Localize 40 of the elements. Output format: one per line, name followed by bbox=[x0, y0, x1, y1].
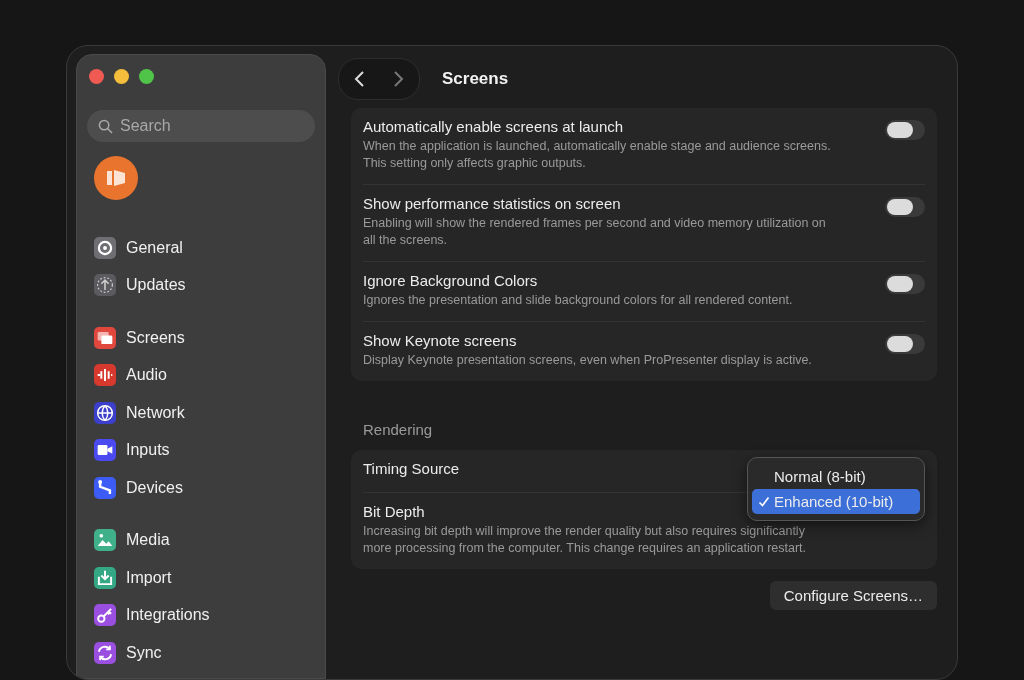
sidebar-item[interactable]: Media bbox=[126, 531, 170, 550]
sidebar-item[interactable]: Audio bbox=[126, 366, 167, 385]
sidebar-item[interactable]: Inputs bbox=[126, 441, 170, 460]
toggle-switch[interactable] bbox=[885, 197, 925, 217]
app-logo bbox=[94, 156, 138, 200]
section-heading: Rendering bbox=[363, 421, 434, 438]
toggle-switch[interactable] bbox=[885, 274, 925, 294]
menu-item[interactable]: Normal (8-bit) bbox=[752, 464, 920, 489]
setting-title: Ignore Background Colors bbox=[363, 272, 539, 289]
setting-description: Enabling will show the rendered frames per second and video memory utilization on all the screens. bbox=[363, 215, 827, 249]
configure-screens-button[interactable]: Configure Screens… bbox=[769, 581, 937, 610]
search-icon bbox=[98, 119, 113, 134]
menu-item[interactable]: Enhanced (10-bit) bbox=[752, 489, 920, 514]
setting-title: Timing Source bbox=[363, 460, 460, 477]
setting-description: Display Keynote presentation screens, even when ProPresenter display is active. bbox=[363, 352, 812, 369]
sidebar-item[interactable]: Screens bbox=[126, 328, 185, 347]
setting-description: Increasing bit depth will improve the render quality but also requires significantly more processing from the computer. This change requires an application restart. bbox=[363, 523, 808, 557]
setting-description: When the application is launched, automatically enable stage and audience screens. This setting only affects graphic outputs. bbox=[363, 138, 832, 172]
sidebar-item[interactable]: General bbox=[126, 238, 183, 257]
setting-title: Show Keynote screens bbox=[363, 332, 518, 349]
sidebar-item[interactable]: Sync bbox=[126, 643, 162, 662]
setting-title: Automatically enable screens at launch bbox=[363, 118, 625, 135]
zoom-button[interactable] bbox=[139, 69, 154, 84]
sidebar-item[interactable]: Integrations bbox=[126, 606, 210, 625]
setting-description: Ignores the presentation and slide background colors for all rendered content. bbox=[363, 292, 793, 309]
toggle-switch[interactable] bbox=[885, 120, 925, 140]
sidebar-item[interactable]: Devices bbox=[126, 478, 183, 497]
toggle-switch[interactable] bbox=[885, 334, 925, 354]
setting-title: Show performance statistics on screen bbox=[363, 195, 622, 212]
page-title: Screens bbox=[442, 69, 509, 89]
sidebar-item[interactable]: Updates bbox=[126, 276, 186, 295]
setting-title: Bit Depth bbox=[363, 503, 426, 520]
back-icon[interactable] bbox=[353, 70, 365, 88]
forward-icon[interactable] bbox=[393, 70, 405, 88]
check-icon bbox=[758, 495, 770, 508]
sidebar-item[interactable]: Import bbox=[126, 568, 172, 587]
close-button[interactable] bbox=[89, 69, 104, 84]
minimize-button[interactable] bbox=[114, 69, 129, 84]
sidebar-item[interactable]: Network bbox=[126, 403, 185, 422]
search-field[interactable]: Search bbox=[87, 110, 315, 142]
